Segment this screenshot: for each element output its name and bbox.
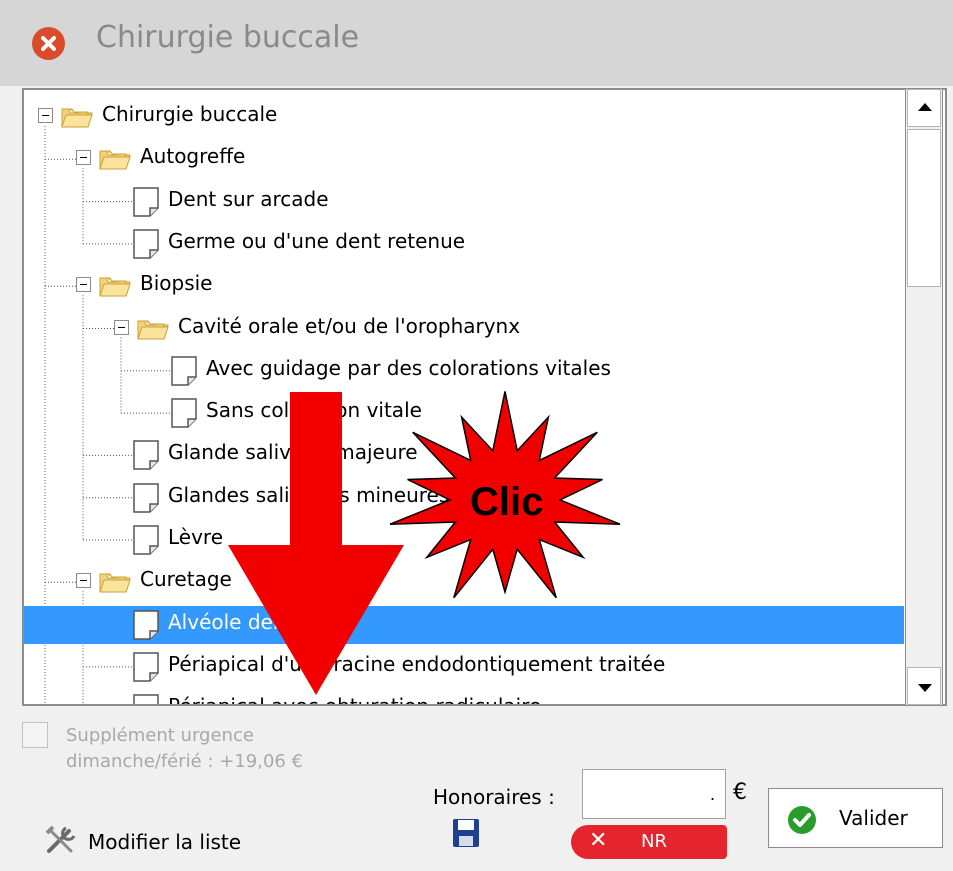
modifier-liste-button[interactable]: Modifier la liste [44, 822, 284, 858]
tree-item-row[interactable]: Avec guidage par des colorations vitales [24, 352, 904, 390]
tree-item-label: Périapical d'une racine endodontiquement… [168, 651, 666, 676]
tree-item-label: Biopsie [140, 271, 213, 296]
tree-item-label: Lèvre [168, 525, 224, 549]
close-icon [41, 36, 56, 51]
urgence-label-line1: Supplément urgence [66, 725, 254, 746]
x-icon: ✕ [589, 828, 608, 853]
currency-symbol: € [733, 780, 747, 805]
tree-item-label: Curetage [140, 567, 232, 592]
tree-item-row[interactable]: Germe ou d'une dent retenue [24, 225, 904, 263]
window-title: Chirurgie buccale [96, 20, 360, 55]
modifier-liste-label: Modifier la liste [88, 830, 242, 854]
tree-item-label: Avec guidage par des colorations vitales [206, 355, 611, 380]
vertical-scrollbar[interactable] [905, 88, 943, 706]
tree-item-row[interactable]: Dent sur arcade [24, 183, 904, 221]
save-icon[interactable] [452, 818, 480, 848]
valider-button[interactable]: Valider [768, 788, 943, 848]
folder-open-icon [61, 108, 93, 128]
urgence-checkbox[interactable] [22, 722, 48, 748]
scroll-thumb[interactable] [907, 129, 941, 287]
urgence-label-line2: dimanche/férié : +19,06 € [66, 751, 304, 772]
tree-item-row[interactable]: Lèvre [24, 521, 904, 559]
dialog-window: Chirurgie buccale Chirurgie buccale Autog… [0, 0, 953, 871]
arrow-up-icon [918, 103, 932, 111]
tree-folder-row[interactable]: Autogreffe [24, 140, 904, 178]
folder-open-icon [137, 320, 169, 339]
tree-item-label: Glandes salivaires mineures [168, 482, 450, 507]
valider-label: Valider [839, 806, 908, 830]
tree-folder-row[interactable]: Cavité orale et/ou de l'oropharynx [24, 310, 904, 348]
tree-item-row[interactable]: Alvéole dentaire [24, 605, 904, 644]
collapse-toggle-icon[interactable] [76, 277, 91, 293]
folder-open-icon [99, 573, 131, 593]
document-icon [133, 525, 159, 555]
honoraires-input[interactable] [582, 769, 726, 819]
tree-folder-row[interactable]: Biopsie [24, 267, 904, 305]
tree-item-row[interactable]: Périapical d'une racine endodontiquement… [24, 648, 904, 686]
annotation-clic-label: Clic [470, 480, 544, 524]
document-icon [133, 694, 159, 704]
scroll-down-button[interactable] [907, 667, 941, 705]
document-icon [171, 398, 197, 428]
document-icon [133, 482, 159, 513]
nr-button[interactable]: ✕ NR [571, 825, 727, 859]
tree-item-row[interactable]: Glandes salivaires mineures [24, 479, 904, 517]
document-icon [133, 229, 159, 259]
tree-item-label: Dent sur arcade [168, 186, 329, 211]
collapse-toggle-icon[interactable] [76, 573, 91, 589]
collapse-toggle-icon[interactable] [114, 319, 129, 335]
tree-view[interactable]: Chirurgie buccale Autogreffe Dent sur arca… [22, 88, 947, 706]
tree-item-row[interactable]: Glande salivaire majeure [24, 436, 904, 474]
title-bar: Chirurgie buccale [0, 0, 953, 86]
document-icon [133, 609, 159, 640]
tree-item-label: Germe ou d'une dent retenue [168, 228, 466, 253]
tree-folder-row[interactable]: Chirurgie buccale [24, 98, 904, 136]
tree-item-label: Autogreffe [140, 144, 246, 169]
close-button[interactable] [32, 27, 65, 60]
tree-item-row[interactable]: Périapical avec obturation radiculaire [24, 690, 904, 704]
document-icon [133, 652, 159, 682]
nr-label: NR [641, 831, 667, 852]
tree-item-label: Chirurgie buccale [102, 102, 278, 126]
tree-folder-row[interactable]: Curetage [24, 563, 904, 601]
tree-item-label: Glande salivaire majeure [168, 440, 418, 465]
arrow-down-icon [918, 684, 932, 692]
tools-icon [45, 825, 76, 853]
document-icon [133, 186, 159, 217]
honoraires-label: Honoraires : [433, 785, 555, 809]
collapse-toggle-icon[interactable] [76, 150, 91, 166]
folder-open-icon [99, 277, 131, 297]
tree-item-label: Périapical avec obturation radiculaire [168, 694, 541, 704]
scroll-up-button[interactable] [907, 89, 941, 127]
check-icon [788, 806, 816, 834]
folder-open-icon [99, 150, 131, 170]
document-icon [171, 356, 197, 386]
document-icon [133, 440, 159, 471]
tree-item-label: Sans coloration vitale [206, 398, 422, 423]
tree-item-row[interactable]: Sans coloration vitale [24, 394, 904, 432]
collapse-toggle-icon[interactable] [38, 108, 53, 123]
tree-item-label: Cavité orale et/ou de l'oropharynx [178, 313, 521, 338]
tree-item-label: Alvéole dentaire [168, 609, 332, 634]
